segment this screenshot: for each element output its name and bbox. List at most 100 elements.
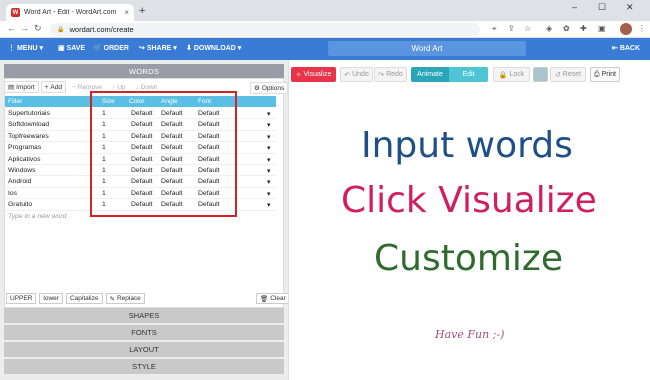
share-icon[interactable]: ⇪ xyxy=(508,24,515,33)
row-dropdown-icon[interactable]: ▾ xyxy=(267,144,270,152)
capitalize-button[interactable]: Capitalize xyxy=(65,293,103,304)
options-button[interactable]: ⚙ Options xyxy=(250,82,289,94)
word-cell[interactable]: Android xyxy=(8,178,31,185)
close-window-button[interactable]: ✕ xyxy=(626,2,634,13)
word-cell[interactable]: Programas xyxy=(8,144,41,151)
row-dropdown-icon[interactable]: ▾ xyxy=(267,178,270,186)
word-cell[interactable]: Softdownload xyxy=(8,121,49,128)
menu-button[interactable]: ⋮ MENU ▾ xyxy=(8,44,43,52)
word-cell[interactable]: Supertutoriais xyxy=(8,110,50,117)
clear-button[interactable]: 🗑 Clear xyxy=(256,293,290,304)
import-label: Import xyxy=(16,83,35,91)
word-cell[interactable]: Topfreewares xyxy=(8,133,49,140)
share-button[interactable]: ↪ SHARE ▾ xyxy=(139,44,177,52)
redo-button[interactable]: ↷ Redo xyxy=(374,67,407,82)
style-section[interactable]: STYLE xyxy=(4,359,284,374)
menu-label: MENU xyxy=(16,45,38,52)
clear-label: Clear xyxy=(270,295,286,302)
filter-input[interactable]: Filter xyxy=(8,98,22,105)
profile-avatar[interactable] xyxy=(620,23,632,35)
lock-button[interactable]: 🔒 Lock xyxy=(493,67,530,82)
puzzle-icon[interactable]: ✚ xyxy=(580,24,587,33)
reload-icon[interactable]: ↻ xyxy=(34,23,42,34)
options-label: Options xyxy=(261,84,285,92)
word-cell[interactable]: Aplicativos xyxy=(8,156,41,163)
print-label: Print xyxy=(601,71,616,78)
fonts-section[interactable]: FONTS xyxy=(4,325,284,340)
row-dropdown-icon[interactable]: ▾ xyxy=(267,167,270,175)
download-button[interactable]: ⬇ DOWNLOAD ▾ xyxy=(186,44,241,52)
word-cell[interactable]: Windows xyxy=(8,167,36,174)
plus-icon: + xyxy=(44,83,49,91)
edit-tab[interactable]: Edit xyxy=(449,67,488,82)
gear-icon: ⚙ xyxy=(254,85,260,92)
tab-close-icon[interactable]: × xyxy=(124,8,129,17)
canvas-line-input-words: Input words xyxy=(361,125,573,166)
canvas-line-click-visualize: Click Visualize xyxy=(341,180,597,221)
print-button[interactable]: ⎙ Print xyxy=(590,67,620,82)
word-cell[interactable]: Gratuito xyxy=(8,201,32,208)
replace-label: Replace xyxy=(116,295,141,302)
background-color-swatch[interactable] xyxy=(533,67,548,82)
row-dropdown-icon[interactable]: ▾ xyxy=(267,110,270,118)
maximize-button[interactable]: ☐ xyxy=(598,2,606,13)
row-dropdown-icon[interactable]: ▾ xyxy=(267,156,270,164)
row-dropdown-icon[interactable]: ▾ xyxy=(267,190,270,198)
uppercase-button[interactable]: UPPER xyxy=(6,293,37,304)
remove-label: Remove xyxy=(77,83,102,91)
tab-title: Word Art - Edit - WordArt.com xyxy=(24,9,117,16)
kebab-menu-icon[interactable]: ⋮ xyxy=(638,24,646,33)
app-toolbar: ⋮ MENU ▾ ▣ SAVE 🛒 ORDER ↪ SHARE ▾ ⬇ DOWN… xyxy=(0,38,650,60)
url-omnibox[interactable]: 🔒 wordart.com/create xyxy=(50,23,480,36)
visualize-button[interactable]: ✧ Visualize xyxy=(291,67,336,82)
new-tab-button[interactable]: + xyxy=(139,5,145,17)
words-section-header[interactable]: WORDS xyxy=(4,64,284,79)
order-label: ORDER xyxy=(103,45,129,52)
animate-tab[interactable]: Animate xyxy=(411,67,449,82)
translate-icon[interactable]: ⌖ xyxy=(492,24,497,34)
back-arrow-icon[interactable]: ← xyxy=(7,23,16,33)
layout-section[interactable]: LAYOUT xyxy=(4,342,284,357)
wordart-favicon-icon: W xyxy=(11,8,20,17)
new-word-input[interactable]: Type in a new word xyxy=(8,213,66,220)
canvas-line-have-fun: Have Fun ;-) xyxy=(435,328,505,341)
address-bar: ← → ↻ 🔒 wordart.com/create ⌖ ⇪ ☆ ◈ ✿ ✚ ▣… xyxy=(0,21,650,38)
shapes-section[interactable]: SHAPES xyxy=(4,308,284,323)
share-label: SHARE xyxy=(146,45,172,52)
redo-label: Redo xyxy=(386,71,403,78)
lowercase-button[interactable]: lower xyxy=(39,293,63,304)
printer-icon: ⎙ xyxy=(593,70,600,78)
browser-tab-bar: W Word Art - Edit - WordArt.com × + – ☐ … xyxy=(0,0,650,21)
word-cell[interactable]: Ios xyxy=(8,190,17,197)
row-dropdown-icon[interactable]: ▾ xyxy=(267,201,270,209)
row-dropdown-icon[interactable]: ▾ xyxy=(267,133,270,141)
bookmark-star-icon[interactable]: ☆ xyxy=(524,24,531,33)
down-label: Down xyxy=(140,83,158,91)
up-label: Up xyxy=(117,83,126,91)
save-button[interactable]: ▣ SAVE xyxy=(58,44,85,52)
row-dropdown-icon[interactable]: ▾ xyxy=(267,121,270,129)
forward-arrow-icon[interactable]: → xyxy=(20,23,29,33)
pencil-icon: ✎ xyxy=(109,295,115,303)
minus-icon: − xyxy=(71,83,76,91)
import-button[interactable]: ▤ Import xyxy=(4,81,39,93)
back-button[interactable]: ⇤ BACK xyxy=(612,44,640,52)
reset-button[interactable]: ↺ Reset xyxy=(550,67,586,82)
undo-label: Undo xyxy=(352,71,369,78)
arrow-up-icon: ↑ xyxy=(111,83,116,91)
pocket-icon[interactable]: ◈ xyxy=(546,24,552,33)
extension-icon[interactable]: ✿ xyxy=(563,24,570,33)
undo-button[interactable]: ↶ Undo xyxy=(340,67,373,82)
redo-icon: ↷ xyxy=(378,71,385,79)
project-title-field[interactable]: Word Art xyxy=(328,41,526,56)
padlock-icon: 🔒 xyxy=(498,71,508,79)
lock-label: Lock xyxy=(509,71,525,78)
replace-button[interactable]: ✎ Replace xyxy=(105,293,145,304)
minimize-button[interactable]: – xyxy=(572,2,577,12)
download-label: DOWNLOAD xyxy=(193,45,236,52)
add-button[interactable]: + Add xyxy=(40,81,66,93)
sidebar-icon[interactable]: ▣ xyxy=(598,24,606,33)
browser-tab[interactable]: W Word Art - Edit - WordArt.com × xyxy=(6,4,134,21)
order-button[interactable]: 🛒 ORDER xyxy=(93,44,129,52)
import-icon: ▤ xyxy=(8,84,15,91)
